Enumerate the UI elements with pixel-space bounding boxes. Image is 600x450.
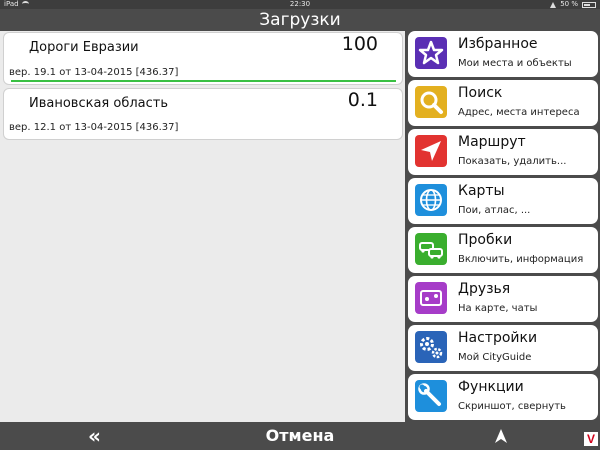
- navigate-arrow-icon[interactable]: [493, 428, 509, 448]
- cancel-button[interactable]: Отмена: [0, 426, 600, 445]
- page-title: Загрузки: [0, 9, 600, 31]
- menu-item-subtitle: Скриншот, свернуть: [458, 401, 566, 412]
- main-menu: Избранное Мои места и объекты Поиск Адре…: [405, 31, 600, 422]
- menu-item-subtitle: Показать, удалить...: [458, 156, 567, 167]
- battery-icon: [582, 1, 596, 8]
- menu-item-title: Функции: [458, 379, 524, 395]
- gears-icon: [415, 331, 447, 363]
- status-time: 22:30: [289, 0, 311, 8]
- menu-item-settings[interactable]: Настройки Мой CityGuide: [408, 325, 598, 371]
- status-bar: iPad 22:30 50 %: [0, 0, 600, 9]
- download-percent: 100: [341, 33, 378, 55]
- menu-item-route[interactable]: Маршрут Показать, удалить...: [408, 129, 598, 175]
- menu-item-title: Друзья: [458, 281, 511, 297]
- menu-item-traffic[interactable]: Пробки Включить, информация: [408, 227, 598, 273]
- download-item-1[interactable]: Ивановская область 0.1 вер. 12.1 от 13-0…: [3, 88, 403, 140]
- status-right: 50 %: [550, 0, 596, 9]
- friends-icon: [415, 282, 447, 314]
- route-icon: [415, 135, 447, 167]
- menu-item-subtitle: На карте, чаты: [458, 303, 538, 314]
- download-item-0[interactable]: Дороги Евразии 100 вер. 19.1 от 13-04-20…: [3, 32, 403, 85]
- battery-percent: 50 %: [560, 0, 578, 8]
- download-name: Дороги Евразии: [29, 40, 139, 55]
- download-percent: 0.1: [347, 89, 378, 111]
- menu-item-title: Маршрут: [458, 134, 526, 150]
- menu-item-title: Пробки: [458, 232, 513, 248]
- download-name: Ивановская область: [29, 96, 169, 111]
- menu-item-title: Настройки: [458, 330, 538, 346]
- menu-item-friends[interactable]: Друзья На карте, чаты: [408, 276, 598, 322]
- app-logo: V: [584, 432, 598, 446]
- menu-item-subtitle: Мои места и объекты: [458, 58, 572, 69]
- menu-item-title: Поиск: [458, 85, 503, 101]
- menu-item-subtitle: Мой CityGuide: [458, 352, 532, 363]
- download-version: вер. 19.1 от 13-04-2015 [436.37]: [9, 67, 179, 78]
- search-icon: [415, 86, 447, 118]
- star-icon: [415, 37, 447, 69]
- menu-item-search[interactable]: Поиск Адрес, места интереса: [408, 80, 598, 126]
- menu-item-maps[interactable]: Карты Пои, атлас, ...: [408, 178, 598, 224]
- download-progress-bar: [11, 80, 396, 82]
- menu-item-subtitle: Адрес, места интереса: [458, 107, 580, 118]
- download-version: вер. 12.1 от 13-04-2015 [436.37]: [9, 122, 179, 133]
- globe-icon: [415, 184, 447, 216]
- bottom-bar: « Отмена V: [0, 422, 600, 450]
- menu-item-functions[interactable]: Функции Скриншот, свернуть: [408, 374, 598, 420]
- traffic-icon: [415, 233, 447, 265]
- menu-item-subtitle: Включить, информация: [458, 254, 584, 265]
- location-arrow-icon: [550, 1, 557, 8]
- menu-item-subtitle: Пои, атлас, ...: [458, 205, 531, 216]
- menu-item-favorites[interactable]: Избранное Мои места и объекты: [408, 31, 598, 77]
- menu-item-title: Карты: [458, 183, 505, 199]
- menu-item-title: Избранное: [458, 36, 538, 52]
- wrench-icon: [415, 380, 447, 412]
- downloads-list: Дороги Евразии 100 вер. 19.1 от 13-04-20…: [0, 31, 405, 422]
